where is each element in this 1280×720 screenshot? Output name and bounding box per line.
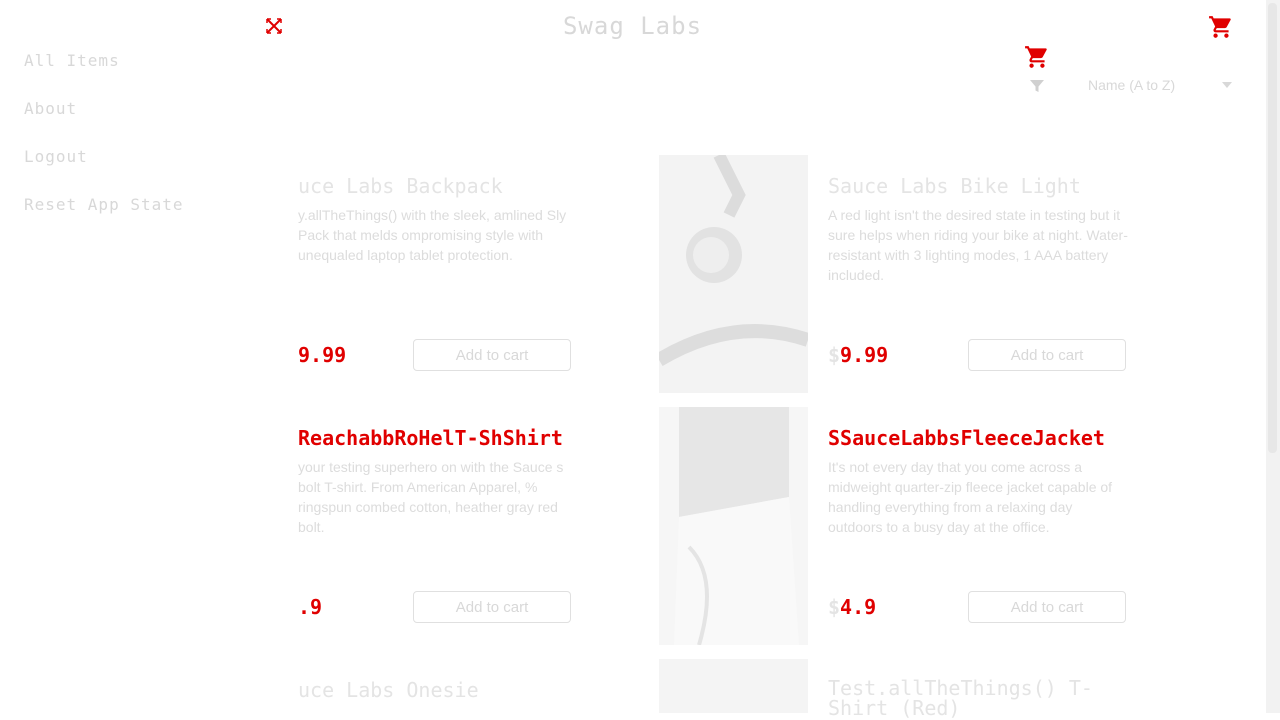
product-name[interactable]: uce Labs Backpack [298,174,503,198]
product-name[interactable]: Test.allTheThings() T-Shirt (Red) [828,678,1118,718]
product-price: $9.99 [828,343,889,367]
sort-select[interactable]: Name (A to Z) [1088,77,1238,97]
product-name[interactable]: uce Labs Onesie [298,678,479,702]
fleece-jacket-image [659,407,808,645]
side-menu: All Items About Logout Reset App State [0,0,297,713]
product-description: your testing superhero on with the Sauce… [298,459,564,535]
add-to-cart-button[interactable]: Add to cart [413,591,571,623]
menu-item-logout[interactable]: Logout [24,147,88,166]
shopping-cart-icon[interactable] [1024,44,1050,70]
scrollbar-thumb[interactable] [1268,3,1277,453]
chevron-down-icon[interactable] [1222,82,1232,88]
add-to-cart-button[interactable]: Add to cart [413,339,571,371]
product-price: .9 [298,595,323,619]
add-to-cart-button[interactable]: Add to cart [968,339,1126,371]
product-image-bike-light[interactable] [659,155,808,393]
product-name[interactable]: ReachabbRoHelT-ShShirt [298,426,563,450]
close-icon[interactable] [264,16,284,36]
product-image-fleece-jacket[interactable] [659,407,808,645]
product-name[interactable]: SSauceLabbsFleeceJacket [828,426,1105,450]
product-image-red-tshirt[interactable] [659,659,808,713]
menu-item-about[interactable]: About [24,99,77,118]
filter-icon [1030,80,1044,92]
menu-item-reset-app-state[interactable]: Reset App State [24,195,184,214]
menu-item-all-items[interactable]: All Items [24,51,120,70]
product-price: 9.99 [298,343,347,367]
product-description: A red light isn't the desired state in t… [828,207,1128,283]
product-description: y.allTheThings() with the sleek, amlined… [298,207,567,263]
product-description: It's not every day that you come across … [828,459,1113,535]
add-to-cart-button[interactable]: Add to cart [968,591,1126,623]
bike-light-image [659,155,808,393]
product-price: $4.9 [828,595,877,619]
product-name[interactable]: Sauce Labs Bike Light [828,174,1081,198]
shopping-cart-icon[interactable] [1208,14,1234,40]
